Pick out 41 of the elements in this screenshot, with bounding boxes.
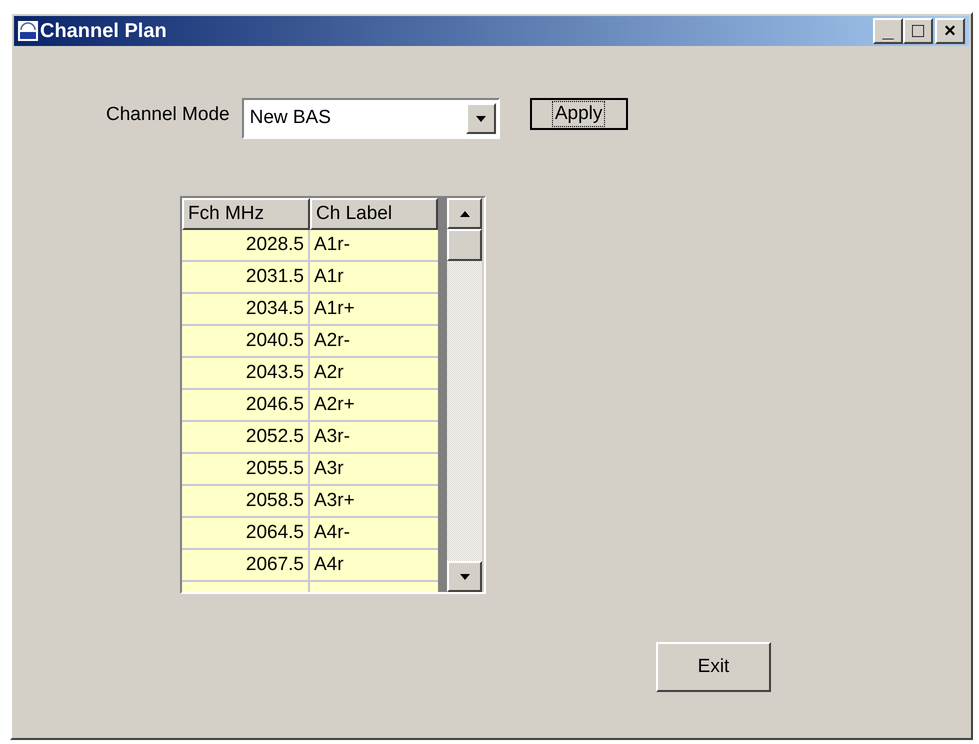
table-cell-text: A2r+: [313, 392, 356, 417]
table-cell: 2058.5: [182, 486, 310, 516]
scrollbar[interactable]: [447, 198, 482, 592]
table-cell: 2052.5: [182, 422, 310, 452]
down-arrow-icon: [460, 574, 470, 580]
table-cell: 2067.5: [182, 550, 310, 580]
table-cell-text: A1r: [313, 264, 345, 289]
column-header[interactable]: Ch Label: [310, 198, 438, 230]
scroll-down-button[interactable]: [447, 561, 482, 592]
table-cell-text: A3r-: [313, 424, 351, 449]
table-cell-text: A1r-: [313, 232, 351, 257]
table-cell-text: A1r+: [313, 296, 356, 321]
caret-icon: [476, 116, 486, 122]
table-cell-text: A2r: [313, 360, 345, 385]
table-cell: 2034.5: [182, 294, 310, 324]
table-cell: 2040.5: [182, 326, 310, 356]
window-title: Channel Plan: [40, 21, 167, 41]
table-cell-text: A3r: [313, 456, 345, 481]
dropdown-arrow-button[interactable]: [466, 103, 496, 134]
minimize-button[interactable]: _: [873, 18, 903, 44]
table-cell-text: A2r-: [313, 328, 351, 353]
table-cell-text: A3r+: [313, 488, 356, 513]
maximize-button[interactable]: □: [903, 18, 933, 44]
table-cell: 2046.5: [182, 390, 310, 420]
table-cell-text: A4r: [313, 552, 345, 577]
scroll-thumb[interactable]: [447, 229, 482, 261]
exit-button[interactable]: Exit: [656, 642, 771, 692]
table-cell: 2028.5: [182, 230, 310, 260]
table-cell-text: A4r-: [313, 520, 351, 545]
table-cell: 2031.5: [182, 262, 310, 292]
table-cell: 2055.5: [182, 454, 310, 484]
scroll-up-button[interactable]: [447, 198, 482, 229]
close-button[interactable]: ×: [935, 18, 965, 44]
channel-mode-label: Channel Mode: [106, 103, 230, 127]
app-logo-icon: [18, 21, 38, 41]
up-arrow-icon: [460, 210, 470, 216]
table-cell: 2043.5: [182, 358, 310, 388]
table-cell: 2064.5: [182, 518, 310, 548]
apply-button[interactable]: Apply: [530, 98, 628, 130]
column-header[interactable]: Fch MHz: [182, 198, 310, 230]
channel-mode-dropdown[interactable]: New BAS: [242, 98, 500, 139]
